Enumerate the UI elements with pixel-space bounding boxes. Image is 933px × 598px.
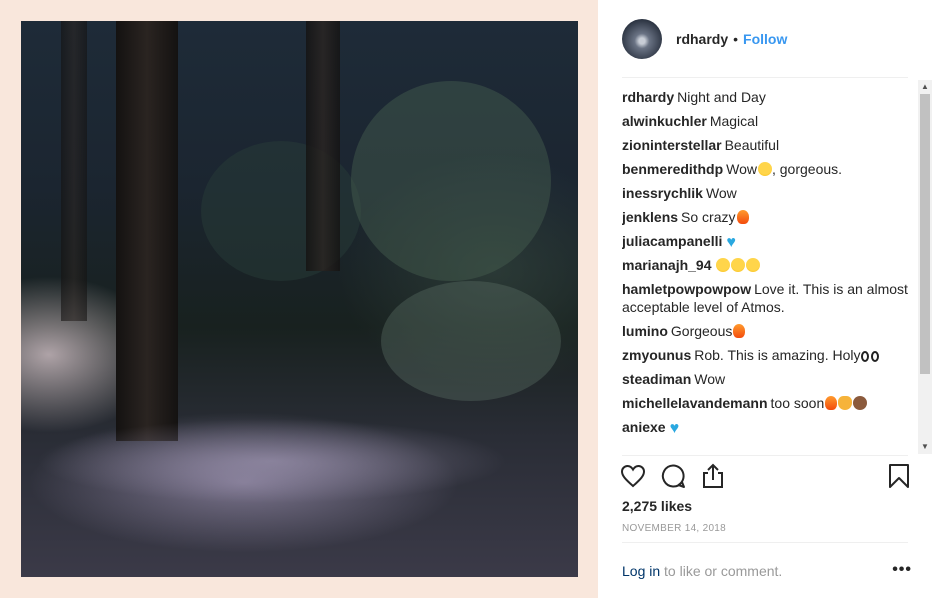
more-icon[interactable]: ••• [892,561,912,579]
comment-item: zioninterstellar Beautiful [622,136,912,154]
heart-icon [620,464,646,488]
comment-item: juliacampanelli ♥ [622,232,912,251]
comment-item: rdhardy Night and Day [622,88,912,106]
comment-item: jenklens So crazy [622,208,912,226]
comment-item: zmyounus Rob. This is amazing. Holy [622,346,912,364]
heart-eyes-emoji-icon [757,162,772,176]
divider [622,455,908,456]
divider [622,542,908,543]
scrollbar-thumb[interactable] [920,94,930,374]
bookmark-button[interactable] [886,463,912,489]
comment-item: alwinkuchler Magical [622,112,912,130]
comment-username[interactable]: benmeredithdp [622,161,723,177]
comment-username[interactable]: steadiman [622,371,691,387]
heart-eyes-emoji-icon [745,258,760,272]
photo-foliage [381,281,561,401]
follow-button[interactable]: Follow [743,31,787,47]
comment-item: hamletpowpowpow Love it. This is an almos… [622,280,912,316]
comment-username[interactable]: zmyounus [622,347,691,363]
comment-text: too soon [770,395,825,411]
share-icon [703,463,723,488]
comment-text: Night and Day [677,89,766,105]
post-header: rdhardy • Follow [622,18,910,60]
comment-item: marianajh_94 [622,256,912,274]
comment-item: lumino Gorgeous [622,322,912,340]
bookmark-icon [889,464,909,488]
like-button[interactable] [620,463,646,489]
post-date[interactable]: NOVEMBER 14, 2018 [622,523,726,534]
blue-heart-emoji-icon: ♥ [669,420,680,437]
post-username[interactable]: rdhardy [676,31,728,47]
comment-username[interactable]: zioninterstellar [622,137,722,153]
comments-list[interactable]: rdhardy Night and Day alwinkuchler Magical z… [622,88,912,453]
comment-username[interactable]: michellelavandemann [622,395,768,411]
fire-emoji-icon [733,324,746,338]
comment-username[interactable]: jenklens [622,209,678,225]
comment-text: Wow [726,161,757,177]
comment-username[interactable]: hamletpowpowpow [622,281,751,297]
share-button[interactable] [700,463,726,489]
heart-eyes-emoji-icon [715,258,730,272]
comment-button[interactable] [660,463,686,489]
comment-item: benmeredithdp Wow , gorgeous. [622,160,912,178]
comment-username[interactable]: aniexe [622,419,666,435]
photo-tree-trunk [116,21,178,441]
media-panel [0,0,598,598]
comment-icon [661,464,685,488]
comment-text: Wow [694,371,726,387]
comment-item: steadiman Wow [622,370,912,388]
comment-username[interactable]: inessrychlik [622,185,703,201]
post-sidebar: rdhardy • Follow rdhardy Night and Day alw… [598,0,933,598]
post-page: rdhardy • Follow rdhardy Night and Day alw… [0,0,933,598]
comment-username[interactable]: rdhardy [622,89,674,105]
like-count[interactable]: 2,275 likes [622,498,692,514]
scroll-down-arrow-icon[interactable]: ▼ [918,440,932,454]
scroll-up-arrow-icon[interactable]: ▲ [918,80,932,94]
comment-text: Wow [705,185,737,201]
login-prompt: Log in to like or comment. ••• [622,561,912,579]
comment-item: michellelavandemann too soon [622,394,912,412]
login-prompt-text: to like or comment. [660,563,783,579]
divider [622,77,908,78]
comment-item: aniexe ♥ [622,418,912,437]
login-link[interactable]: Log in [622,563,660,579]
photo-foliage [351,81,551,281]
photo-mist [21,401,578,521]
comment-text: Rob. This is amazing. Holy [694,347,861,363]
fire-emoji-icon [825,396,838,410]
comment-username[interactable]: lumino [622,323,668,339]
post-photo[interactable] [21,21,578,577]
photo-tree-trunk [61,21,87,321]
comment-text: So crazy [681,209,736,225]
eyes-emoji-icon [871,351,880,362]
action-bar [620,463,912,493]
comment-text: Magical [709,113,759,129]
comment-username[interactable]: juliacampanelli [622,233,722,249]
blue-heart-emoji-icon: ♥ [726,234,736,251]
avatar[interactable] [622,19,662,59]
comment-text-tail: , gorgeous. [771,161,843,177]
comment-item: inessrychlik Wow [622,184,912,202]
eyes-emoji-icon [861,351,870,362]
photo-tree-trunk [306,21,340,271]
comment-username[interactable]: alwinkuchler [622,113,707,129]
monkey-emoji-icon [853,396,868,410]
comment-text: Beautiful [724,137,780,153]
heart-eyes-emoji-icon [730,258,745,272]
cat-emoji-icon [838,396,853,410]
comment-text: Gorgeous [670,323,733,339]
header-separator: • [733,31,739,47]
comments-scrollbar[interactable]: ▲ ▼ [918,80,932,454]
fire-emoji-icon [736,210,749,224]
comment-username[interactable]: marianajh_94 [622,257,712,273]
